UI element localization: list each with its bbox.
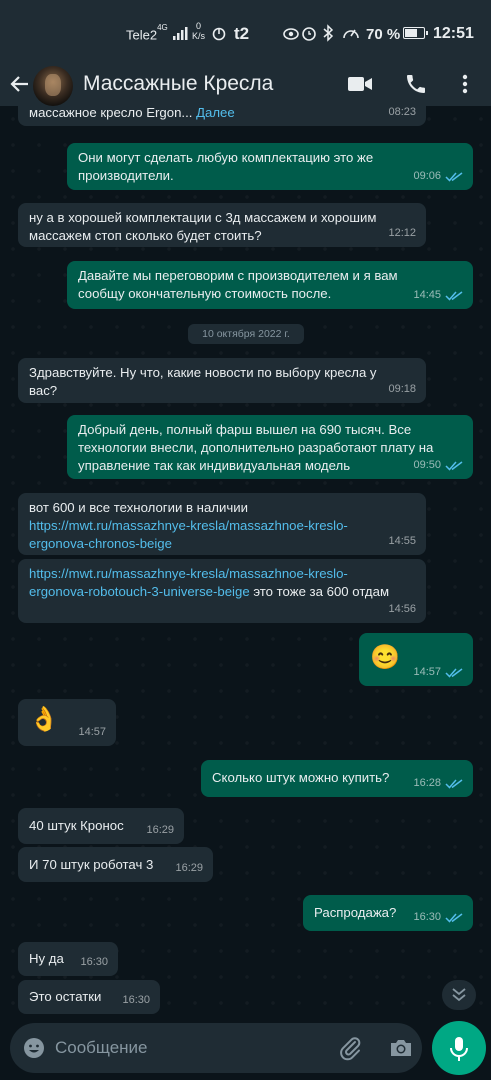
message-meta: 08:23: [388, 106, 416, 118]
message-input[interactable]: [55, 1023, 325, 1073]
status-bar: Tele24G 0 K/s t2 70 % 12:51: [0, 0, 491, 66]
scroll-down-button[interactable]: [442, 980, 476, 1010]
chat-header: Массажные Кресла: [0, 66, 491, 106]
alarm-icon: [302, 27, 316, 41]
data-saver-icon: [212, 27, 226, 41]
message-text: https://mwt.ru/massazhnye-kresla/massazh…: [29, 566, 390, 599]
message-outgoing[interactable]: Они могут сделать любую комплектацию это…: [67, 143, 473, 190]
bluetooth-icon: [323, 24, 334, 42]
speed-gauge-icon: [343, 29, 359, 39]
message-text: массажное кресло Ergon... Далее: [29, 106, 235, 120]
message-meta: 16:29: [175, 862, 203, 874]
message-meta: 14:45: [413, 286, 463, 304]
carrier-label: Tele24G: [126, 23, 168, 43]
clock: 12:51: [433, 25, 474, 42]
camera-icon[interactable]: [388, 1036, 414, 1060]
read-ticks-icon: [445, 912, 463, 923]
mic-icon: [450, 1037, 468, 1061]
battery-percent: 70 %: [366, 26, 401, 43]
battery-icon: [403, 27, 428, 39]
phone-icon[interactable]: [404, 72, 428, 96]
read-ticks-icon: [445, 460, 463, 471]
message-meta: 14:56: [388, 603, 416, 615]
message-meta: 14:57: [413, 663, 463, 681]
message-meta: 16:29: [146, 824, 174, 836]
read-more-link[interactable]: Далее: [196, 106, 235, 120]
message-meta: 14:55: [388, 535, 416, 547]
read-ticks-icon: [445, 290, 463, 301]
message-meta: 16:30: [80, 956, 108, 968]
message-incoming[interactable]: 40 штук Кронос 16:29: [18, 808, 184, 844]
video-call-icon[interactable]: [347, 74, 373, 94]
signal-icon: [173, 27, 188, 40]
read-ticks-icon: [445, 171, 463, 182]
message-incoming[interactable]: ну а в хорошей комплектации с 3д массаже…: [18, 203, 426, 247]
message-incoming[interactable]: Здравствуйте. Ну что, какие новости по в…: [18, 358, 426, 403]
message-meta: 16:28: [413, 774, 463, 792]
message-text: Они могут сделать любую комплектацию это…: [78, 150, 377, 183]
message-meta: 09:06: [413, 167, 463, 185]
message-incoming[interactable]: массажное кресло Ergon... Далее 08:23: [18, 106, 426, 126]
read-ticks-icon: [445, 667, 463, 678]
message-outgoing[interactable]: Давайте мы переговорим с производителем …: [67, 261, 473, 309]
message-outgoing[interactable]: Добрый день, полный фарш вышел на 690 ты…: [67, 415, 473, 479]
message-incoming[interactable]: Ну да 16:30: [18, 942, 118, 976]
message-meta: 14:57: [78, 726, 106, 738]
message-incoming[interactable]: Это остатки 16:30: [18, 980, 160, 1014]
message-outgoing[interactable]: Распродажа? 16:30: [303, 895, 473, 931]
message-outgoing[interactable]: Сколько штук можно купить? 16:28: [201, 760, 473, 797]
back-arrow-icon[interactable]: [8, 72, 32, 96]
emoji-icon[interactable]: [22, 1036, 46, 1060]
avatar[interactable]: [33, 66, 73, 106]
message-composer: [10, 1023, 422, 1073]
message-outgoing[interactable]: 😊 14:57: [359, 633, 473, 686]
message-text: вот 600 и все технологии в наличии https:…: [29, 500, 348, 551]
message-text: ну а в хорошей комплектации с 3д массаже…: [29, 210, 381, 243]
message-text: Здравствуйте. Ну что, какие новости по в…: [29, 365, 381, 398]
message-incoming[interactable]: https://mwt.ru/massazhnye-kresla/massazh…: [18, 559, 426, 623]
message-meta: 09:18: [388, 383, 416, 395]
network-speed: 0 K/s: [192, 21, 206, 41]
message-text: Добрый день, полный фарш вышел на 690 ты…: [78, 422, 438, 473]
chat-area[interactable]: массажное кресло Ergon... Далее 08:23 Он…: [0, 106, 491, 1018]
mic-button[interactable]: [432, 1021, 486, 1075]
attach-icon[interactable]: [338, 1035, 362, 1061]
date-divider: 10 октября 2022 г.: [188, 324, 304, 344]
network-type: 4G: [157, 23, 168, 32]
message-incoming[interactable]: вот 600 и все технологии в наличии https:…: [18, 493, 426, 555]
message-link[interactable]: https://mwt.ru/massazhnye-kresla/massazh…: [29, 518, 348, 551]
chat-title[interactable]: Массажные Кресла: [83, 72, 273, 96]
message-incoming[interactable]: И 70 штук роботач 3 16:29: [18, 847, 213, 882]
message-incoming[interactable]: 👌 14:57: [18, 699, 116, 746]
operator2-label: t2: [234, 24, 250, 43]
message-meta: 16:30: [122, 994, 150, 1006]
message-meta: 12:12: [388, 227, 416, 239]
message-meta: 09:50: [413, 456, 463, 474]
message-meta: 16:30: [413, 908, 463, 926]
menu-dots-icon[interactable]: [456, 72, 474, 96]
read-ticks-icon: [445, 778, 463, 789]
scroll-down-icon: [452, 988, 466, 1002]
message-text: Давайте мы переговорим с производителем …: [78, 268, 402, 301]
